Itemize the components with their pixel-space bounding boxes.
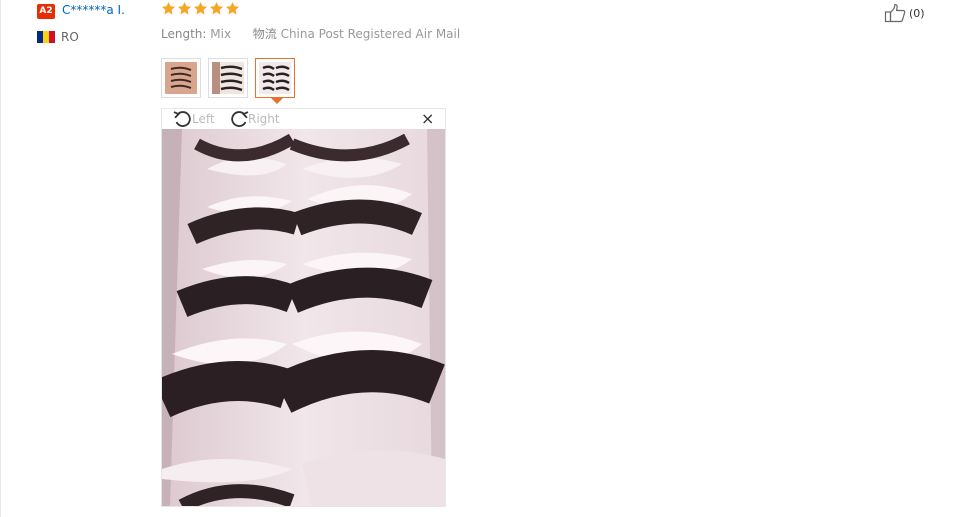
thumbs-up-icon	[884, 3, 906, 23]
rotate-left-label: Left	[192, 112, 215, 126]
rotate-right-icon	[231, 111, 249, 127]
star-rating	[161, 1, 240, 16]
left-border	[0, 0, 1, 517]
selected-thumbnail-pointer	[271, 98, 283, 104]
review-photo	[162, 129, 445, 506]
logistics-key: 物流	[252, 27, 277, 41]
review-thumbnail-selected[interactable]	[255, 58, 295, 98]
review-thumbnail[interactable]	[208, 58, 248, 98]
length-key: Length:	[161, 27, 207, 41]
length-value: Mix	[210, 27, 232, 41]
reviewer-country: RO	[61, 30, 79, 44]
thumbnail-image	[165, 62, 197, 94]
thumbnail-image	[259, 62, 291, 94]
eyelash-photo-image	[162, 129, 445, 506]
helpful-button[interactable]: (0)	[884, 3, 925, 23]
star-icon	[161, 1, 176, 15]
viewer-toolbar: Left Right ×	[162, 109, 445, 129]
reviewer-name[interactable]: C******a I.	[62, 3, 125, 17]
star-icon	[177, 1, 192, 15]
order-attributes: Length: Mix 物流 China Post Registered Air…	[161, 25, 460, 42]
rotate-right-button[interactable]: Right	[228, 109, 280, 129]
thumbnail-image	[212, 62, 244, 94]
review-thumbnail[interactable]	[161, 58, 201, 98]
close-viewer-button[interactable]: ×	[421, 111, 434, 127]
star-icon	[193, 1, 208, 15]
logistics-value: China Post Registered Air Mail	[280, 27, 461, 41]
rotate-left-button[interactable]: Left	[172, 109, 215, 129]
star-icon	[225, 1, 240, 15]
rotate-right-label: Right	[248, 112, 280, 126]
helpful-count: (0)	[909, 6, 925, 20]
country-flag-icon	[37, 31, 55, 43]
image-viewer: Left Right ×	[161, 108, 446, 507]
rotate-left-icon	[173, 111, 191, 127]
star-icon	[209, 1, 224, 15]
buyer-level-badge: A2	[37, 4, 55, 19]
